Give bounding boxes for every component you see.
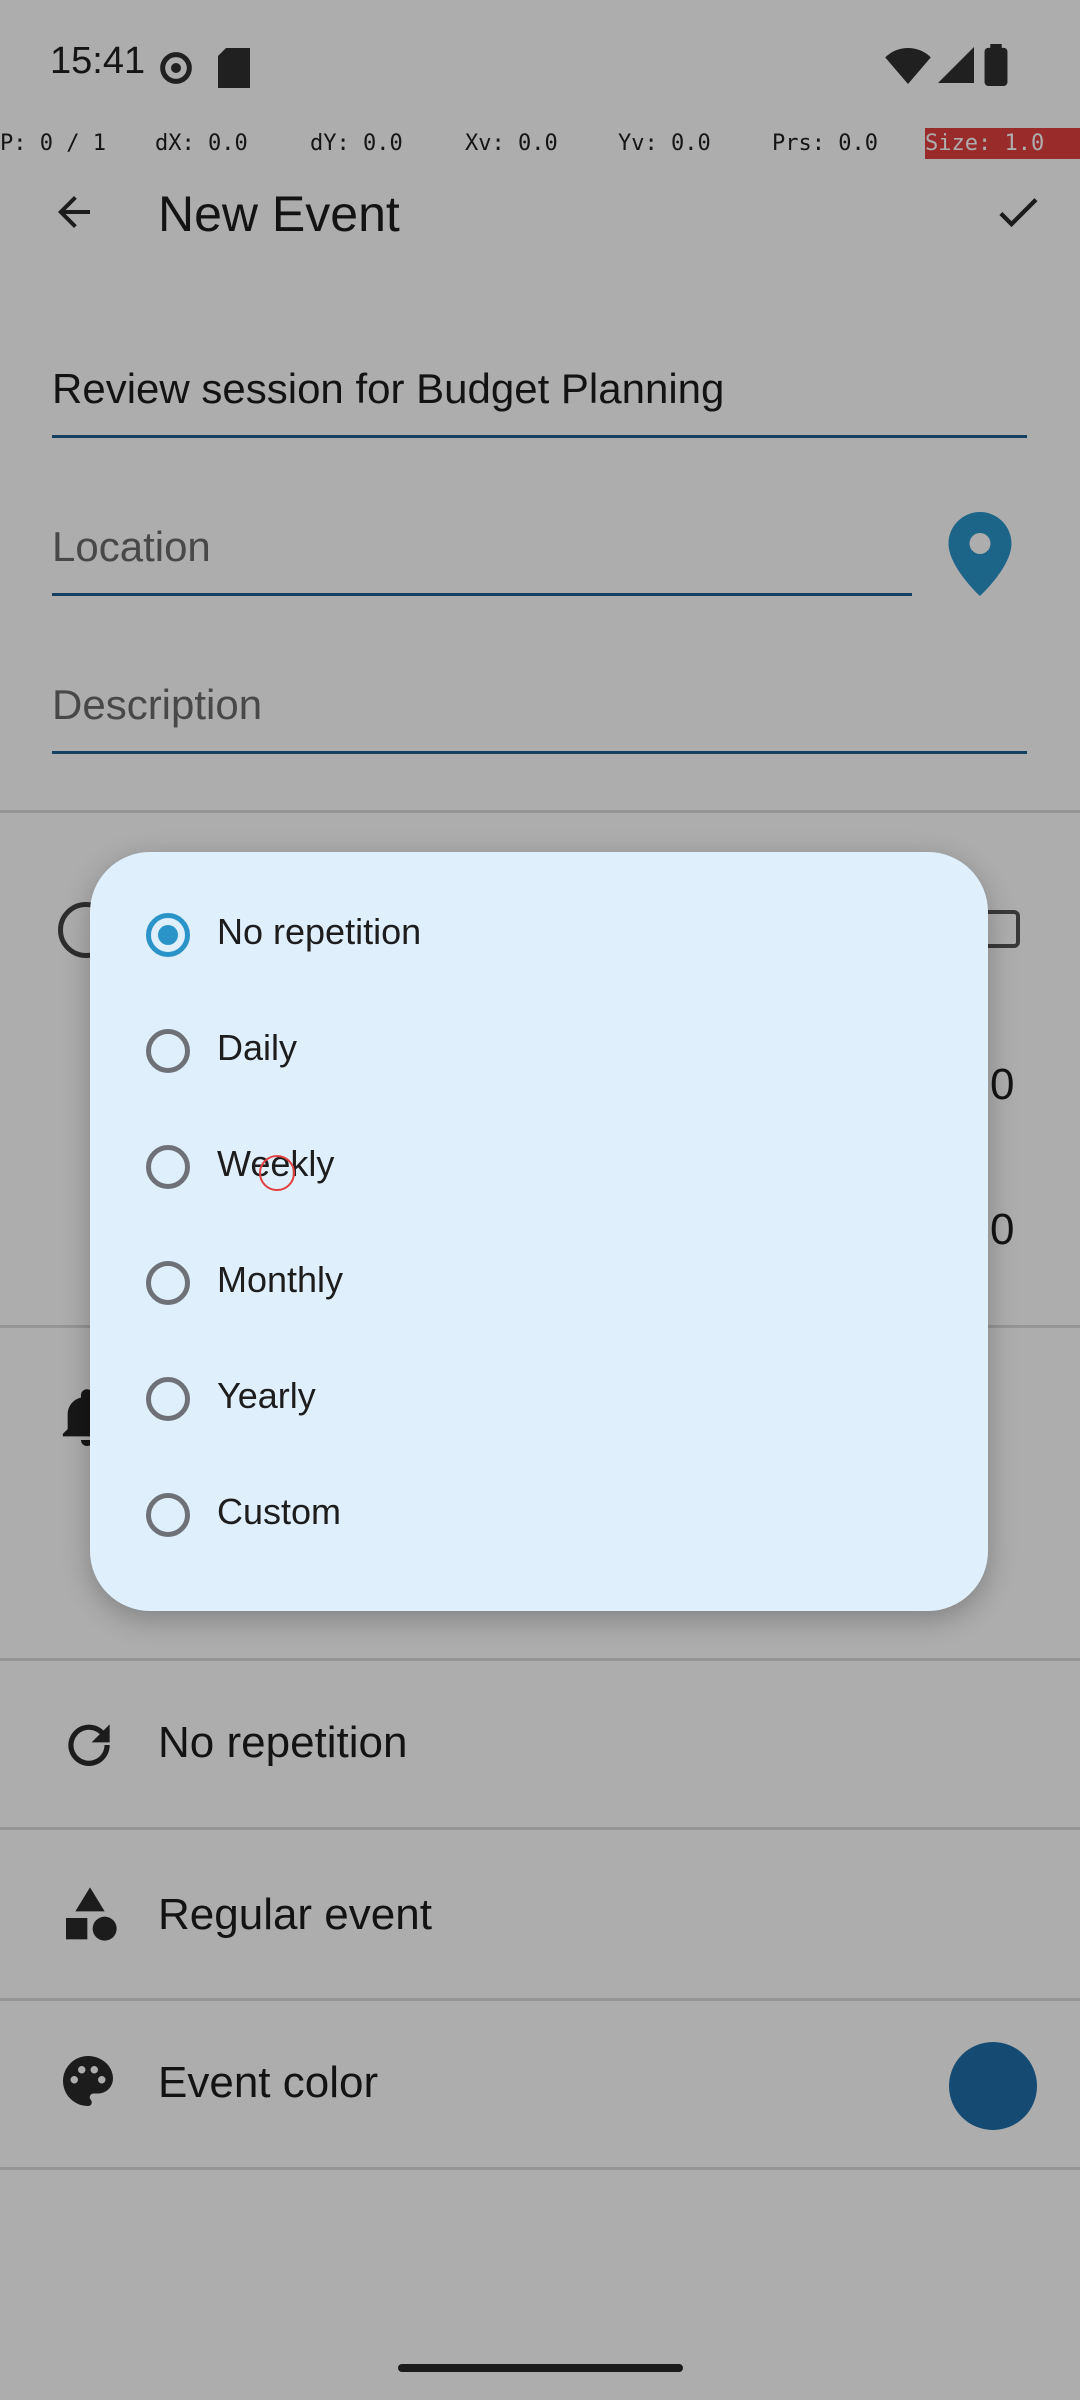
option-no-repetition[interactable]: No repetition	[90, 881, 988, 997]
navigation-handle[interactable]	[398, 2364, 683, 2372]
option-monthly[interactable]: Monthly	[90, 1229, 988, 1345]
option-daily[interactable]: Daily	[90, 997, 988, 1113]
radio-unselected[interactable]	[146, 1145, 190, 1189]
option-label: Yearly	[217, 1375, 316, 1416]
radio-unselected[interactable]	[146, 1493, 190, 1537]
radio-unselected[interactable]	[146, 1261, 190, 1305]
repetition-dialog: No repetition Daily Weekly Monthly Yearl…	[90, 852, 988, 1611]
option-yearly[interactable]: Yearly	[90, 1345, 988, 1461]
option-weekly[interactable]: Weekly	[90, 1113, 988, 1229]
radio-unselected[interactable]	[146, 1029, 190, 1073]
radio-selected[interactable]	[146, 913, 190, 957]
option-no-repetition[interactable]	[90, 1737, 988, 1853]
option-label: Custom	[217, 1491, 342, 1532]
option-label: Daily	[217, 1027, 298, 1068]
touch-indicator	[259, 1155, 295, 1191]
radio-unselected[interactable]	[146, 1377, 190, 1421]
option-label: Monthly	[217, 1259, 344, 1300]
option-custom[interactable]: Custom	[90, 1461, 988, 1577]
option-label: No repetition	[217, 911, 422, 952]
